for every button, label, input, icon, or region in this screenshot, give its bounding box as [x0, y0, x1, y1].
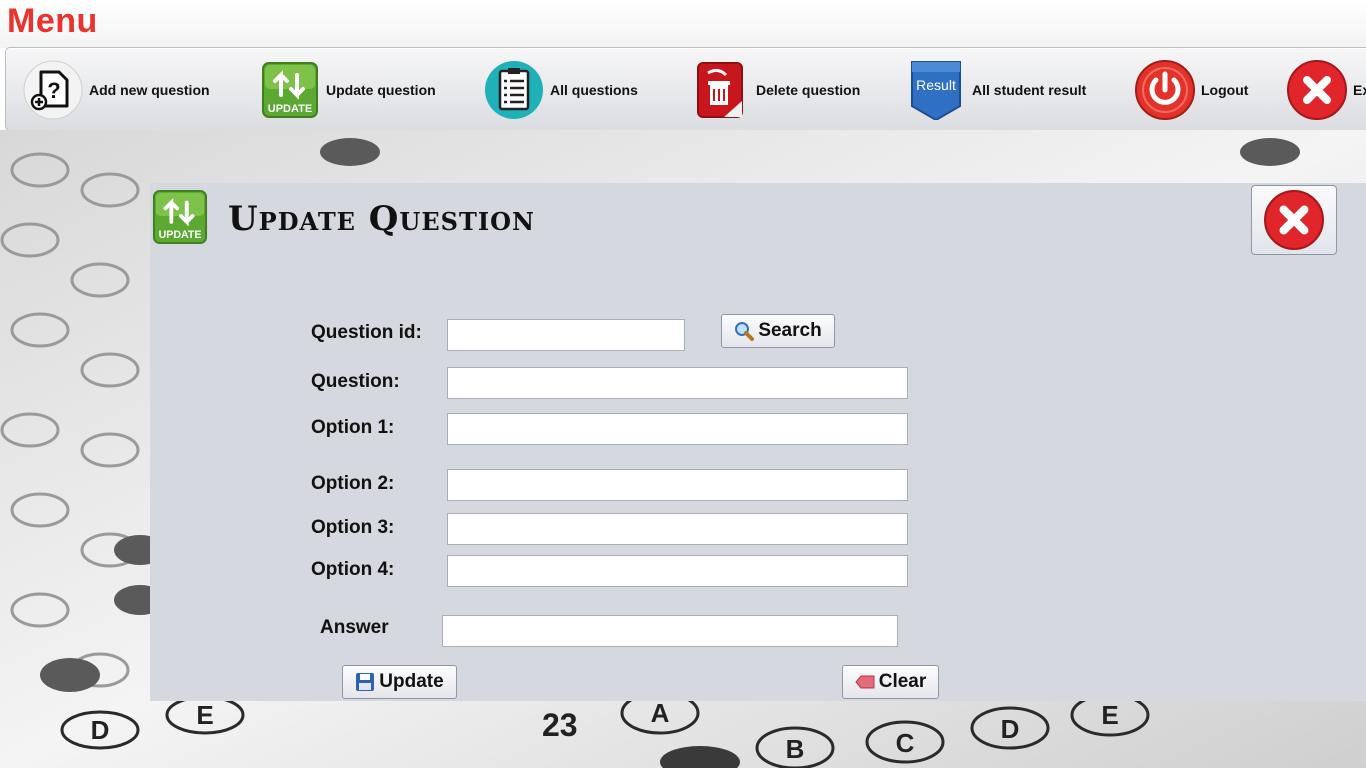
all-student-result-label: All student result: [972, 82, 1087, 98]
search-button[interactable]: Search: [721, 314, 835, 348]
clear-button[interactable]: Clear: [842, 665, 939, 699]
update-question-button[interactable]: UPDATE Update question: [260, 60, 436, 120]
exit-label: Ex: [1353, 82, 1366, 98]
close-icon: [1264, 190, 1324, 250]
sheet-letter: C: [896, 728, 915, 758]
update-question-panel: UPDATE Update Question Question id: Sear…: [150, 183, 1366, 701]
toolbar: ? Add new question UPDATE Update questio…: [5, 47, 1366, 131]
question-id-input[interactable]: [447, 319, 685, 351]
close-panel-button[interactable]: [1251, 185, 1337, 255]
search-label: Search: [758, 320, 822, 341]
update-badge-text: UPDATE: [159, 229, 202, 241]
save-icon: [356, 673, 375, 691]
option4-input[interactable]: [447, 555, 908, 587]
logout-button[interactable]: Logout: [1135, 60, 1248, 120]
page-title: Update Question: [228, 199, 535, 239]
svg-text:Result: Result: [916, 77, 956, 93]
sheet-letter: E: [1101, 700, 1118, 730]
update-label: Update: [379, 671, 444, 692]
eraser-icon: [855, 675, 875, 689]
search-icon: [735, 322, 755, 341]
close-icon: [1287, 60, 1347, 120]
sheet-letter: D: [1001, 714, 1020, 744]
sheet-letter: D: [91, 715, 110, 745]
svg-text:UPDATE: UPDATE: [268, 103, 312, 115]
menu-title: Menu: [7, 2, 98, 40]
all-questions-label: All questions: [550, 82, 638, 98]
svg-text:?: ?: [47, 78, 60, 103]
clear-label: Clear: [878, 671, 927, 692]
question-id-label: Question id:: [311, 322, 422, 343]
option1-label: Option 1:: [311, 417, 395, 438]
answer-label: Answer: [320, 617, 389, 638]
sheet-letter: B: [786, 734, 805, 764]
option3-label: Option 3:: [311, 517, 395, 538]
add-new-question-button[interactable]: ? Add new question: [23, 60, 210, 120]
all-questions-button[interactable]: All questions: [484, 60, 638, 120]
sheet-letter: A: [651, 698, 670, 728]
option4-label: Option 4:: [311, 559, 395, 580]
question-label: Question:: [311, 371, 400, 392]
update-icon: UPDATE: [260, 60, 320, 120]
add-question-icon: ?: [23, 60, 83, 120]
add-new-question-label: Add new question: [89, 82, 210, 98]
question-input[interactable]: [447, 367, 908, 399]
update-icon: UPDATE: [152, 189, 208, 250]
update-question-label: Update question: [326, 82, 436, 98]
trash-icon: [690, 60, 750, 120]
exit-button[interactable]: Ex: [1287, 60, 1366, 120]
sheet-letter: E: [196, 700, 213, 730]
power-icon: [1135, 60, 1195, 120]
all-student-result-button[interactable]: Result All student result: [906, 60, 1086, 120]
delete-question-label: Delete question: [756, 82, 861, 98]
logout-label: Logout: [1201, 82, 1249, 98]
top-band: [0, 0, 1366, 48]
result-ribbon-icon: Result: [906, 60, 966, 120]
update-button[interactable]: Update: [342, 665, 457, 699]
sheet-number: 23: [542, 707, 578, 743]
option1-input[interactable]: [447, 413, 908, 445]
list-icon: [484, 60, 544, 120]
delete-question-button[interactable]: Delete question: [690, 60, 860, 120]
answer-input[interactable]: [442, 615, 898, 647]
option2-input[interactable]: [447, 469, 908, 501]
option3-input[interactable]: [447, 513, 908, 545]
option2-label: Option 2:: [311, 473, 395, 494]
